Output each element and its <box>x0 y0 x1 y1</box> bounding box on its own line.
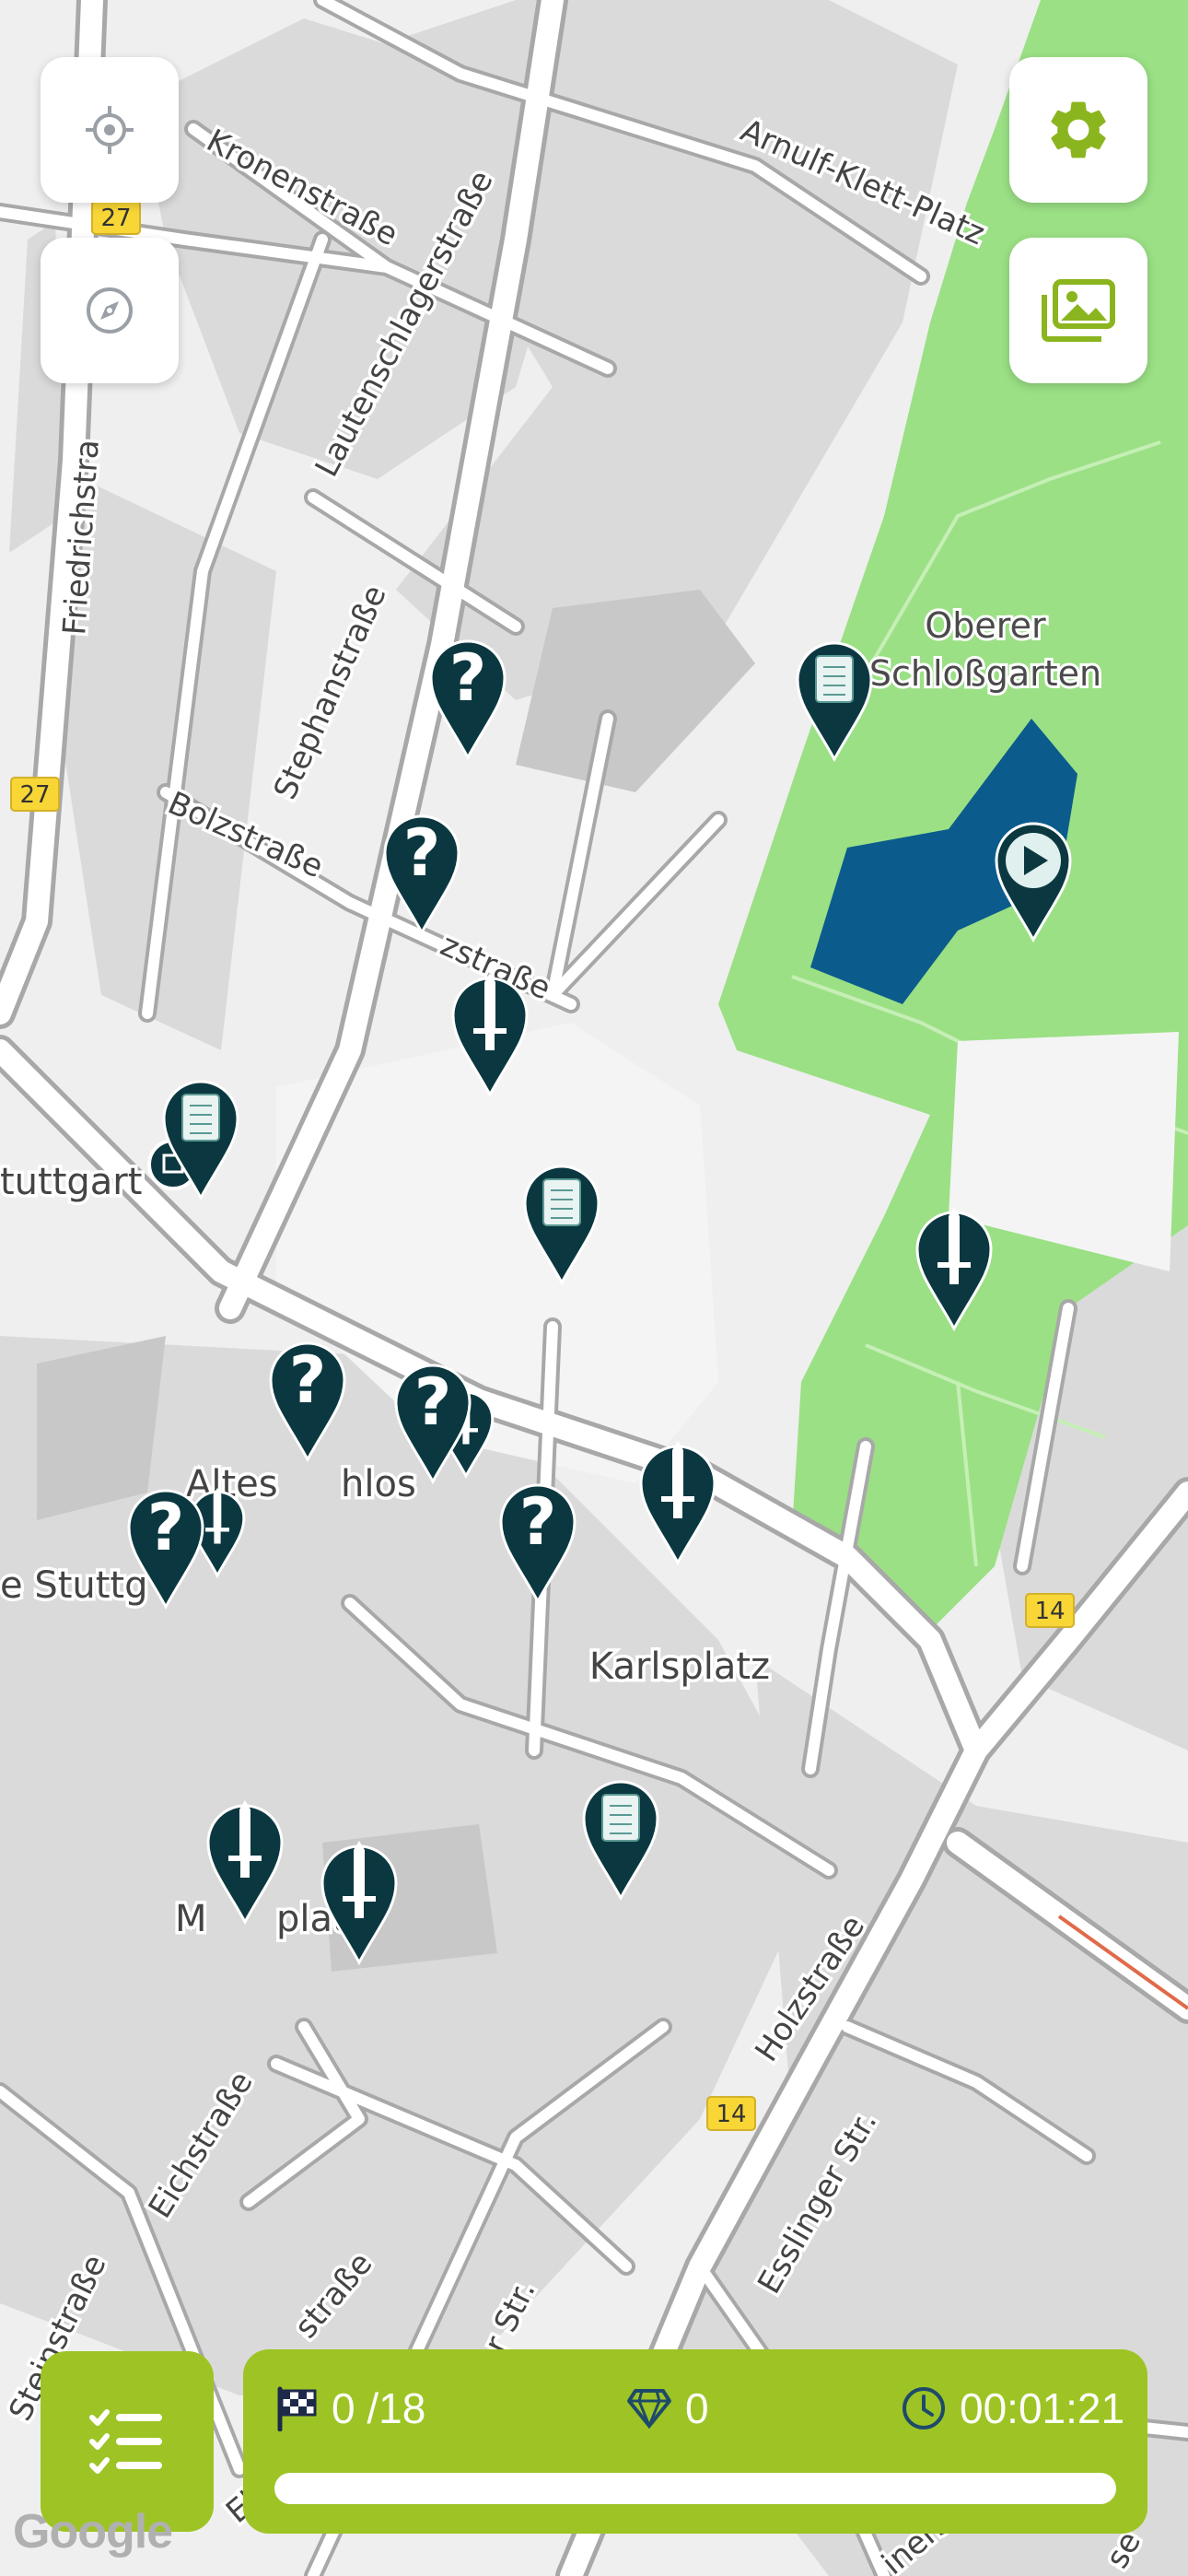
timer-text: 00:01:21 <box>960 2384 1125 2432</box>
svg-text:?: ? <box>449 640 487 716</box>
svg-text:14: 14 <box>716 2101 746 2128</box>
settings-button[interactable] <box>1009 57 1147 203</box>
gem-count-text: 0 <box>685 2384 709 2432</box>
route-shield: 27 <box>10 777 60 812</box>
place-label: Karlsplatz <box>589 1645 770 1688</box>
place-label: M <box>175 1898 207 1940</box>
image-gallery-icon <box>1042 279 1115 342</box>
quest-count-text: 0 /18 <box>332 2384 426 2432</box>
checklist-icon <box>89 2409 162 2474</box>
compass-button[interactable] <box>41 238 179 383</box>
quest-counter: 0 /18 <box>276 2381 425 2436</box>
clock-icon <box>903 2387 945 2430</box>
map[interactable]: 27 27 14 14 Kronenstraße Lautenschlagers… <box>0 0 1188 2576</box>
gear-icon <box>1051 101 1106 158</box>
svg-text:27: 27 <box>19 781 50 809</box>
place-label: tuttgart <box>0 1161 142 1203</box>
gallery-button[interactable] <box>1009 238 1147 383</box>
park-label: Oberer <box>925 605 1046 646</box>
locate-button[interactable] <box>41 57 179 203</box>
place-label: hlos <box>341 1463 416 1505</box>
route-shield: 14 <box>706 2096 756 2131</box>
svg-text:?: ? <box>289 1342 327 1418</box>
compass-icon <box>87 287 133 334</box>
timer: 00:01:21 <box>901 2381 1124 2436</box>
route-shield: 27 <box>91 200 141 235</box>
svg-text:?: ? <box>519 1484 557 1560</box>
progress-panel: 0 /18 0 00:01:21 <box>243 2349 1147 2534</box>
diamond-icon <box>627 2389 671 2429</box>
crosshair-icon <box>86 106 134 154</box>
progress-bar <box>274 2473 1116 2504</box>
route-shield: 14 <box>1025 1593 1075 1628</box>
park-label: Schloßgarten <box>869 653 1101 694</box>
google-attribution: Google <box>13 2505 173 2558</box>
svg-text:27: 27 <box>100 205 131 232</box>
svg-text:14: 14 <box>1034 1598 1065 1625</box>
place-label: e Stuttg <box>0 1564 148 1607</box>
checkered-flag-icon <box>277 2386 317 2431</box>
gem-counter: 0 <box>626 2381 709 2436</box>
svg-text:?: ? <box>414 1364 452 1440</box>
svg-text:?: ? <box>403 815 441 891</box>
svg-text:?: ? <box>147 1490 185 1565</box>
